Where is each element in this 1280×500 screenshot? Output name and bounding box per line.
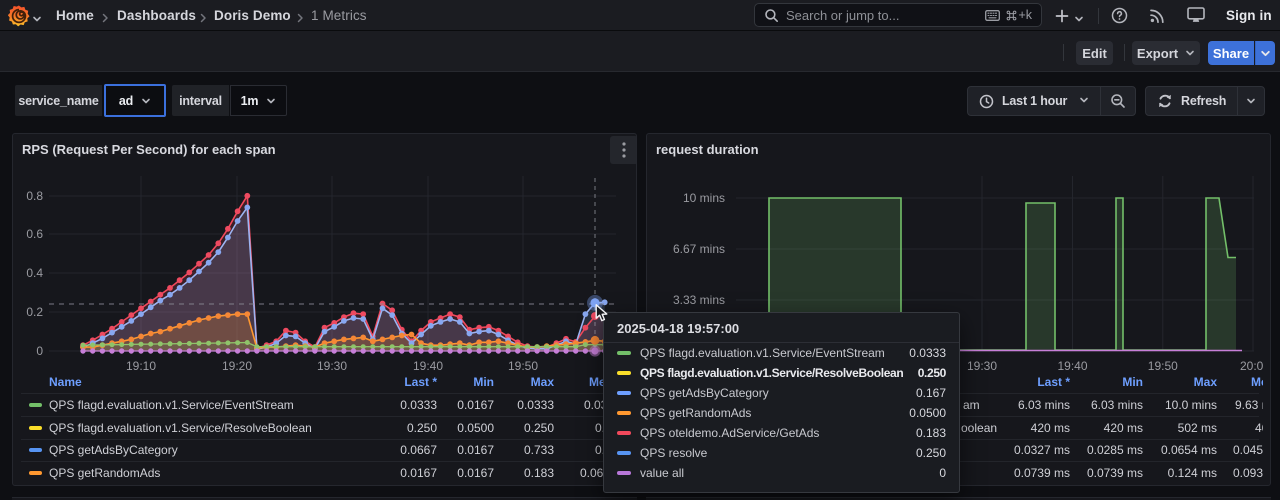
svg-text:0: 0 — [36, 344, 43, 358]
svg-text:0.6: 0.6 — [26, 227, 43, 241]
svg-text:19:40: 19:40 — [413, 359, 443, 373]
svg-text:19:50: 19:50 — [1148, 359, 1178, 373]
svg-text:19:30: 19:30 — [967, 359, 997, 373]
svg-text:20:00: 20:00 — [1240, 359, 1270, 373]
svg-text:19:20: 19:20 — [222, 359, 252, 373]
svg-text:10 mins: 10 mins — [683, 191, 725, 205]
svg-text:0.2: 0.2 — [26, 305, 43, 319]
svg-text:0.4: 0.4 — [26, 266, 43, 280]
svg-text:6.67 mins: 6.67 mins — [673, 242, 725, 256]
svg-text:19:50: 19:50 — [508, 359, 538, 373]
svg-text:19:30: 19:30 — [317, 359, 347, 373]
svg-text:0.8: 0.8 — [26, 189, 43, 203]
svg-text:3.33 mins: 3.33 mins — [673, 293, 725, 307]
svg-text:19:40: 19:40 — [1057, 359, 1087, 373]
svg-text:19:10: 19:10 — [126, 359, 156, 373]
